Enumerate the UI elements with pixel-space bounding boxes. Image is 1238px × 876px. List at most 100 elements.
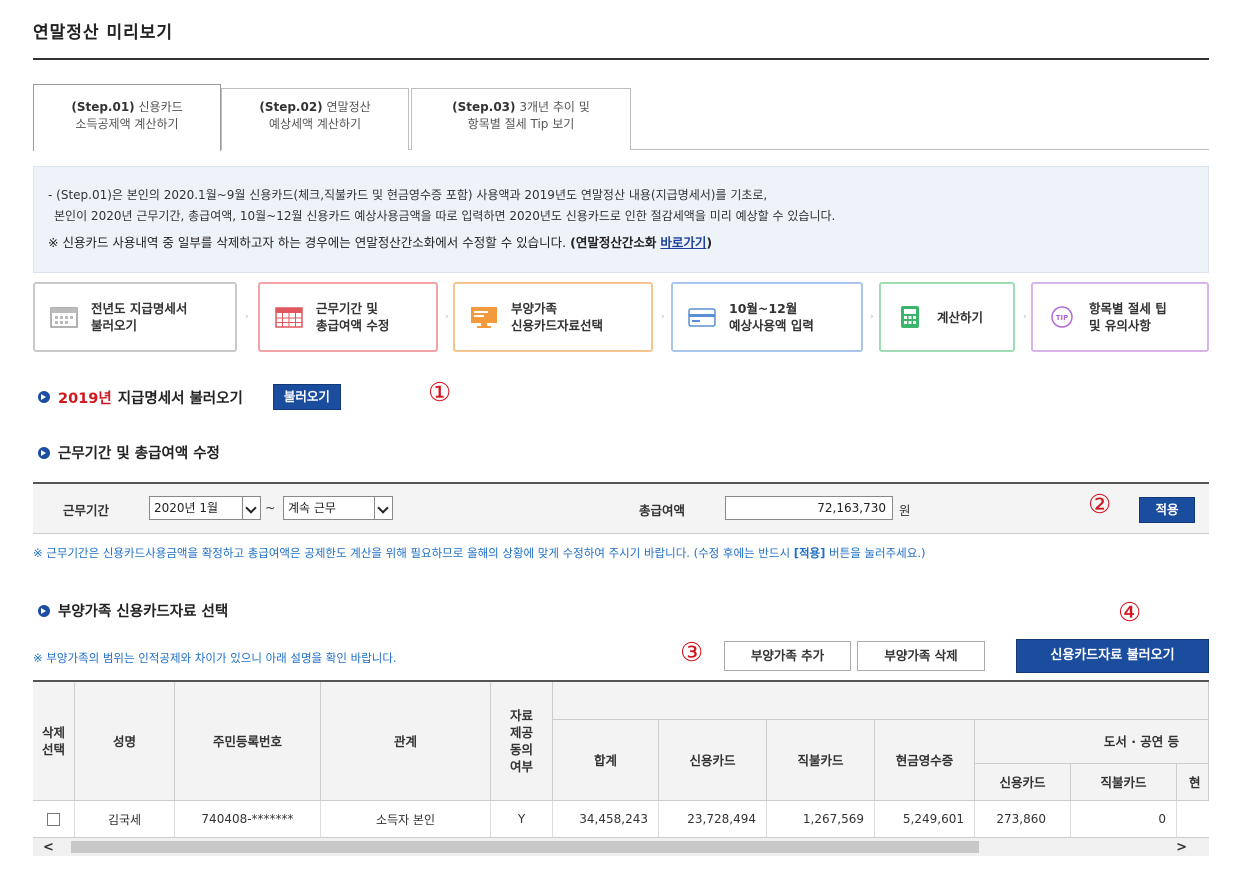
- bullet-icon: [38, 604, 50, 617]
- tab-step-label: (Step.01): [71, 100, 135, 114]
- card-icon: [688, 308, 716, 327]
- header-books-debit: 직불카드: [1071, 764, 1177, 801]
- header-consent: 자료 제공 동의 여부: [491, 682, 553, 801]
- scroll-thumb[interactable]: [71, 841, 979, 853]
- section-title: 부양가족 신용카드자료 선택: [58, 604, 229, 620]
- cell-books-debit: 0: [1071, 801, 1177, 838]
- section-load-statement: 2019년 지급명세서 불러오기 불러오기: [38, 384, 341, 410]
- step-tips[interactable]: TIP 항목별 절세 팁및 유의사항: [1031, 282, 1209, 352]
- header-relation: 관계: [321, 682, 491, 801]
- chevron-down-icon: [242, 497, 260, 519]
- monitor-icon: [471, 307, 497, 328]
- header-books-cash: 현: [1177, 764, 1209, 801]
- grid-calendar-icon: [275, 307, 303, 328]
- cell-debit: 1,267,569: [767, 801, 875, 838]
- step-label-1: 전년도 지급명세서: [91, 301, 188, 316]
- horizontal-scrollbar[interactable]: < >: [33, 838, 1209, 856]
- step-select-dependents[interactable]: 부양가족신용카드자료선택: [453, 282, 653, 352]
- calculator-icon: [901, 306, 919, 328]
- scroll-right-icon[interactable]: >: [1176, 840, 1187, 855]
- tab-line2: 소득공제액 계산하기: [75, 117, 179, 131]
- step-label-1: 근무기간 및: [316, 301, 378, 316]
- step-label-2: 예상사용액 입력: [729, 318, 814, 333]
- step-label-2: 및 유의사항: [1089, 318, 1151, 333]
- cell-books-credit: 273,860: [975, 801, 1071, 838]
- info-line-2: 본인이 2020년 근무기간, 총급여액, 10월~12월 신용카드 예상사용금…: [54, 209, 836, 223]
- step-calculate[interactable]: 계산하기: [879, 282, 1015, 352]
- step-tabs: (Step.01) 신용카드 소득공제액 계산하기 (Step.02) 연말정산…: [33, 84, 1209, 151]
- cell-books-cash: [1177, 801, 1209, 838]
- tab-step-01[interactable]: (Step.01) 신용카드 소득공제액 계산하기: [33, 84, 221, 151]
- info-box: - (Step.01)은 본인의 2020.1월~9월 신용카드(체크,직불카드…: [33, 166, 1209, 273]
- section-title: 지급명세서 불러오기: [117, 390, 243, 407]
- section-year: 2019년: [58, 390, 112, 407]
- info-note-close: ): [706, 235, 713, 250]
- step-label-1: 10월~12월: [729, 301, 798, 316]
- dependents-table: 삭제 선택 성명 주민등록번호 관계 자료 제공 동의 여부 합계 신용카드 직…: [33, 680, 1209, 838]
- bullet-icon: [38, 446, 50, 459]
- cell-cash: 5,249,601: [875, 801, 975, 838]
- tab-step-label: (Step.03): [452, 100, 516, 114]
- svg-text:TIP: TIP: [1056, 314, 1069, 322]
- header-cash: 현금영수증: [875, 720, 975, 801]
- period-start-select[interactable]: 2020년 1월: [149, 496, 261, 520]
- period-note-suffix: 버튼을 눌러주세요.): [829, 546, 926, 560]
- page-title: 연말정산 미리보기: [33, 23, 174, 43]
- period-label: 근무기간: [63, 503, 110, 518]
- tab-line2: 예상세액 계산하기: [268, 117, 362, 131]
- period-end-value: 계속 근무: [288, 501, 336, 515]
- marker-2: ②: [1088, 490, 1112, 520]
- delete-dependent-button[interactable]: 부양가족 삭제: [857, 641, 985, 671]
- tab-step-02[interactable]: (Step.02) 연말정산 예상세액 계산하기: [221, 88, 409, 150]
- tab-line1: 신용카드: [138, 100, 183, 114]
- cell-credit: 23,728,494: [659, 801, 767, 838]
- load-card-data-button[interactable]: 신용카드자료 불러오기: [1016, 639, 1209, 673]
- bullet-icon: [38, 391, 50, 403]
- salary-input[interactable]: 72,163,730: [725, 496, 893, 520]
- period-note-bold: [적용]: [793, 546, 826, 560]
- calendar-icon: [50, 307, 78, 328]
- row-checkbox[interactable]: [47, 812, 60, 826]
- step-enter-estimate[interactable]: 10월~12월예상사용액 입력: [671, 282, 863, 352]
- header-rrn: 주민등록번호: [175, 682, 321, 801]
- header-total: 합계: [553, 720, 659, 801]
- step-label-1: 계산하기: [937, 309, 984, 325]
- section-title: 근무기간 및 총급여액 수정: [58, 446, 220, 462]
- period-note-text: ※ 근무기간은 신용카드사용금액을 확정하고 총급여액은 공제한도 계산을 위해…: [33, 546, 791, 560]
- header-top-blank: [553, 682, 1209, 720]
- header-debit: 직불카드: [767, 720, 875, 801]
- load-statement-button[interactable]: 불러오기: [272, 384, 341, 410]
- header-delete-select: 삭제 선택: [33, 682, 75, 801]
- shortcut-link[interactable]: 바로가기: [660, 235, 706, 250]
- cell-rrn: 740408-*******: [175, 801, 321, 838]
- step-label-2: 신용카드자료선택: [511, 318, 604, 333]
- row-checkbox-cell: [33, 801, 75, 838]
- period-note: ※ 근무기간은 신용카드사용금액을 확정하고 총급여액은 공제한도 계산을 위해…: [33, 545, 925, 561]
- step-edit-period[interactable]: 근무기간 및 총급여액 수정: [258, 282, 438, 352]
- period-start-value: 2020년 1월: [154, 501, 219, 515]
- cell-relation: 소득자 본인: [321, 801, 491, 838]
- tip-icon: TIP: [1051, 306, 1073, 328]
- step-load-statement[interactable]: 전년도 지급명세서불러오기: [33, 282, 237, 352]
- info-note-text: ※ 신용카드 사용내역 중 일부를 삭제하고자 하는 경우에는 연말정산간소화에…: [48, 235, 567, 250]
- marker-3: ③: [680, 638, 704, 668]
- tab-line1: 3개년 추이 및: [519, 100, 590, 114]
- title-divider: [33, 58, 1209, 60]
- chevron-right-icon: ›: [245, 312, 249, 322]
- step-label-2: 불러오기: [91, 318, 138, 333]
- period-end-select[interactable]: 계속 근무: [283, 496, 393, 520]
- apply-button[interactable]: 적용: [1139, 497, 1195, 523]
- scroll-left-icon[interactable]: <: [43, 840, 54, 855]
- cell-total: 34,458,243: [553, 801, 659, 838]
- marker-4: ④: [1118, 598, 1142, 628]
- tab-step-03[interactable]: (Step.03) 3개년 추이 및 항목별 절세 Tip 보기: [411, 88, 631, 150]
- step-label-1: 항목별 절세 팁: [1089, 301, 1167, 316]
- step-label-1: 부양가족: [511, 301, 558, 316]
- header-books-group: 도서 · 공연 등: [975, 720, 1209, 764]
- tab-line2: 항목별 절세 Tip 보기: [467, 117, 575, 131]
- info-note-bold: (연말정산간소화: [570, 235, 657, 250]
- section-edit-period: 근무기간 및 총급여액 수정: [38, 442, 220, 463]
- marker-1: ①: [428, 378, 452, 408]
- add-dependent-button[interactable]: 부양가족 추가: [724, 641, 851, 671]
- header-name: 성명: [75, 682, 175, 801]
